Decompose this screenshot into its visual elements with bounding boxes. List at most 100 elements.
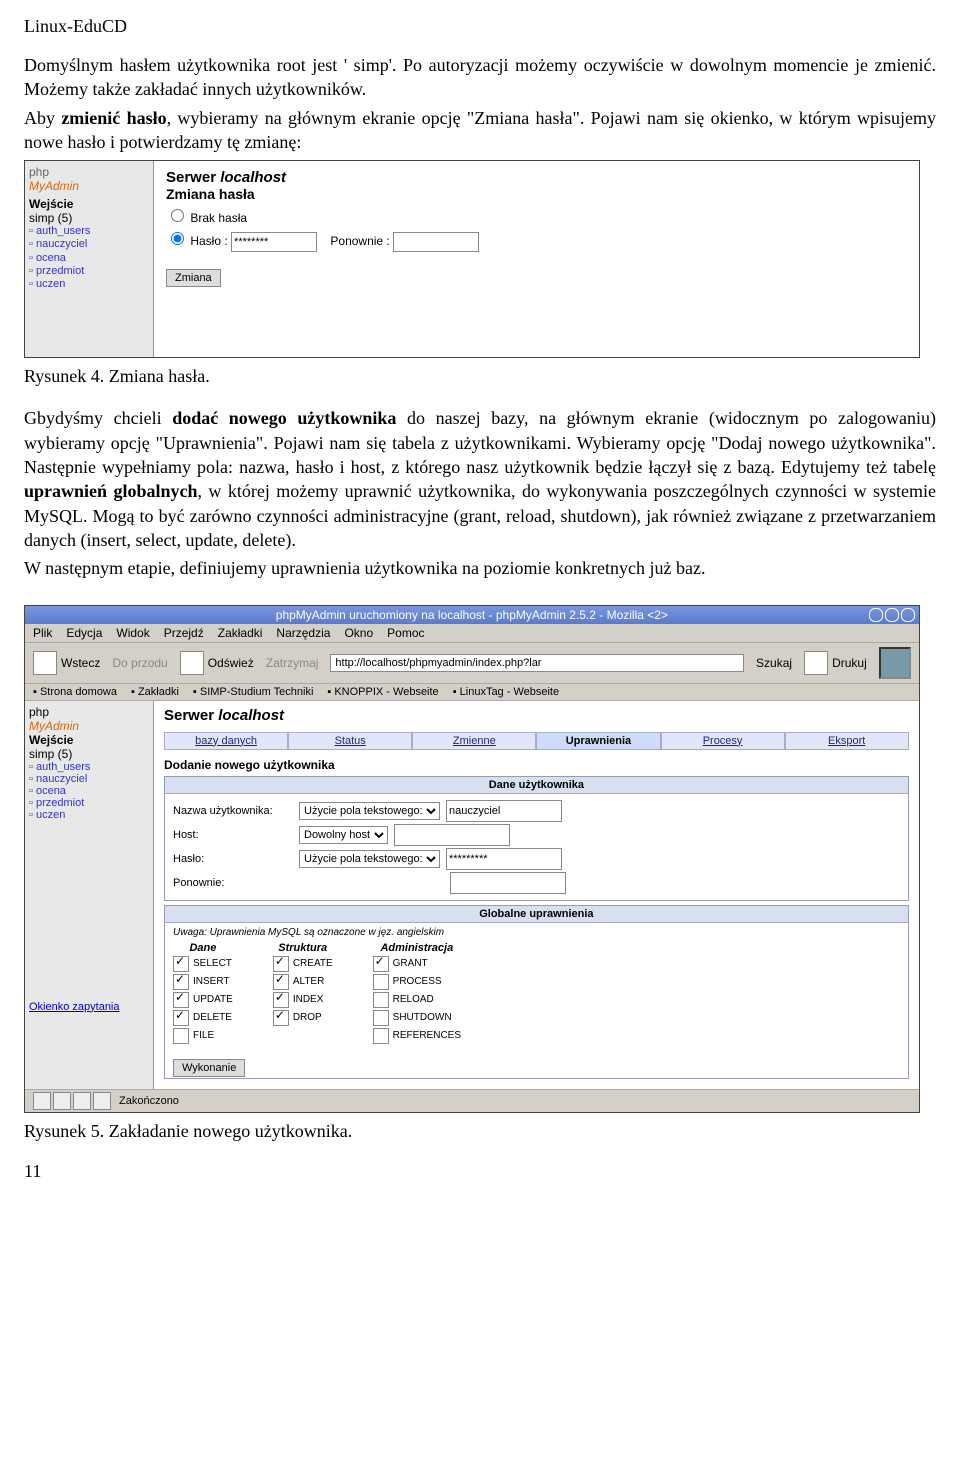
privilege-row: CREATE — [273, 956, 333, 972]
stop-label: Zatrzymaj — [266, 656, 319, 670]
execute-button[interactable]: Wykonanie — [173, 1059, 245, 1077]
sidebar-db-label: simp (5) — [29, 211, 149, 225]
menu-item[interactable]: Edycja — [66, 626, 102, 640]
reload-icon — [180, 651, 204, 675]
retype-input[interactable] — [450, 872, 566, 894]
menu-item[interactable]: Zakładki — [218, 626, 263, 640]
password-input[interactable] — [446, 848, 562, 870]
sidebar-table-link[interactable]: ▫ ocena — [29, 252, 149, 265]
tab-uprawnienia[interactable]: Uprawnienia — [536, 732, 660, 750]
window-title: phpMyAdmin uruchomiony na localhost - ph… — [276, 608, 668, 622]
nav-icon[interactable] — [33, 1092, 51, 1110]
sidebar-table-link[interactable]: ▫ auth_users — [29, 761, 149, 773]
privilege-checkbox[interactable] — [173, 1028, 189, 1044]
tab-status[interactable]: Status — [288, 732, 412, 750]
back-button[interactable]: Wstecz — [33, 651, 100, 675]
privilege-checkbox[interactable] — [373, 974, 389, 990]
menubar: Plik Edycja Widok Przejdź Zakładki Narzędzia O… — [25, 624, 919, 643]
host-input[interactable] — [394, 824, 510, 846]
radio-password-row: Hasło : Ponownie : — [166, 229, 907, 252]
radio-password[interactable] — [171, 232, 184, 245]
query-window-link[interactable]: Okienko zapytania — [29, 1001, 149, 1013]
section-header: Dane użytkownika — [165, 777, 908, 794]
add-user-heading: Dodanie nowego użytkownika — [164, 758, 909, 772]
sidebar-home-label: Wejście — [29, 733, 149, 747]
maximize-icon[interactable] — [885, 608, 899, 622]
submit-button[interactable]: Zmiana — [166, 269, 221, 287]
password-label: Hasło: — [173, 853, 293, 865]
addrbook-icon[interactable] — [93, 1092, 111, 1110]
password-input[interactable] — [231, 232, 317, 252]
privilege-checkbox[interactable] — [273, 956, 289, 972]
privilege-checkbox[interactable] — [373, 1010, 389, 1026]
status-text: Zakończono — [119, 1095, 179, 1107]
privilege-checkbox[interactable] — [173, 1010, 189, 1026]
server-heading: Serwer localhost — [164, 707, 909, 724]
col-header: Struktura — [273, 942, 333, 954]
password-mode-select[interactable]: Użycie pola tekstowego: — [299, 850, 440, 868]
text-run: Gbydyśmy chcieli — [24, 408, 172, 428]
privilege-checkbox[interactable] — [373, 1028, 389, 1044]
privilege-checkbox[interactable] — [373, 956, 389, 972]
privilege-checkbox[interactable] — [273, 992, 289, 1008]
privilege-label: DELETE — [193, 1012, 232, 1023]
paragraph-1a: Domyślnym hasłem użytkownika root jest '… — [24, 53, 936, 102]
bookmark-link[interactable]: ▪ Strona domowa — [33, 686, 117, 698]
reload-button[interactable]: Odśwież — [180, 651, 254, 675]
privilege-checkbox[interactable] — [173, 992, 189, 1008]
privilege-checkbox[interactable] — [173, 974, 189, 990]
paragraph-2: Gbydyśmy chcieli dodać nowego użytkownik… — [24, 406, 936, 552]
logo-myadmin: MyAdmin — [29, 719, 79, 733]
sidebar-table-link[interactable]: ▫ ocena — [29, 785, 149, 797]
menu-item[interactable]: Narzędzia — [276, 626, 330, 640]
username-mode-select[interactable]: Użycie pola tekstowego: — [299, 802, 440, 820]
minimize-icon[interactable] — [869, 608, 883, 622]
privilege-checkbox[interactable] — [173, 956, 189, 972]
privilege-checkbox[interactable] — [273, 1010, 289, 1026]
sidebar-home-label: Wejście — [29, 197, 149, 211]
priv-col-admin: Administracja GRANTPROCESSRELOADSHUTDOWN… — [373, 942, 461, 1046]
menu-item[interactable]: Przejdź — [164, 626, 204, 640]
bookmark-link[interactable]: ▪ Zakładki — [131, 686, 179, 698]
tab-zmienne[interactable]: Zmienne — [412, 732, 536, 750]
compose-icon[interactable] — [73, 1092, 91, 1110]
sidebar-table-link[interactable]: ▫ uczen — [29, 809, 149, 821]
sidebar-table-link[interactable]: ▫ nauczyciel — [29, 238, 149, 251]
sidebar-table-link[interactable]: ▫ przedmiot — [29, 265, 149, 278]
retype-label: Ponownie : — [330, 234, 389, 248]
privilege-label: REFERENCES — [393, 1030, 461, 1041]
host-select[interactable]: Dowolny host — [299, 826, 388, 844]
address-input[interactable]: http://localhost/phpmyadmin/index.php?la… — [330, 654, 744, 672]
menu-item[interactable]: Plik — [33, 626, 52, 640]
print-button[interactable]: Drukuj — [804, 651, 867, 675]
sidebar-table-link[interactable]: ▫ uczen — [29, 278, 149, 291]
close-icon[interactable] — [901, 608, 915, 622]
col-header: Dane — [173, 942, 233, 954]
bookmark-link[interactable]: ▪ SIMP-Studium Techniki — [193, 686, 313, 698]
radio-no-password[interactable] — [171, 209, 184, 222]
mail-icon[interactable] — [53, 1092, 71, 1110]
privilege-label: ALTER — [293, 976, 325, 987]
menu-item[interactable]: Pomoc — [387, 626, 424, 640]
privilege-checkbox[interactable] — [373, 992, 389, 1008]
sidebar-table-link[interactable]: ▫ przedmiot — [29, 797, 149, 809]
sidebar-table-link[interactable]: ▫ auth_users — [29, 225, 149, 238]
user-data-section: Dane użytkownika Nazwa użytkownika: Użyc… — [164, 776, 909, 901]
tab-bazy-danych[interactable]: bazy danych — [164, 732, 288, 750]
bookmark-link[interactable]: ▪ LinuxTag - Webseite — [453, 686, 559, 698]
privilege-row: GRANT — [373, 956, 461, 972]
sidebar-table-link[interactable]: ▫ nauczyciel — [29, 773, 149, 785]
tab-procesy[interactable]: Procesy — [661, 732, 785, 750]
tab-eksport[interactable]: Eksport — [785, 732, 909, 750]
menu-item[interactable]: Widok — [116, 626, 149, 640]
username-input[interactable] — [446, 800, 562, 822]
privilege-row: DROP — [273, 1010, 333, 1026]
radio-no-password-label: Brak hasła — [190, 211, 247, 225]
bookmark-link[interactable]: ▪ KNOPPIX - Webseite — [327, 686, 438, 698]
server-label: Serwer — [166, 169, 220, 186]
search-button[interactable]: Szukaj — [756, 656, 792, 670]
privilege-checkbox[interactable] — [273, 974, 289, 990]
stop-button: Zatrzymaj — [266, 656, 319, 670]
menu-item[interactable]: Okno — [344, 626, 373, 640]
retype-input[interactable] — [393, 232, 479, 252]
